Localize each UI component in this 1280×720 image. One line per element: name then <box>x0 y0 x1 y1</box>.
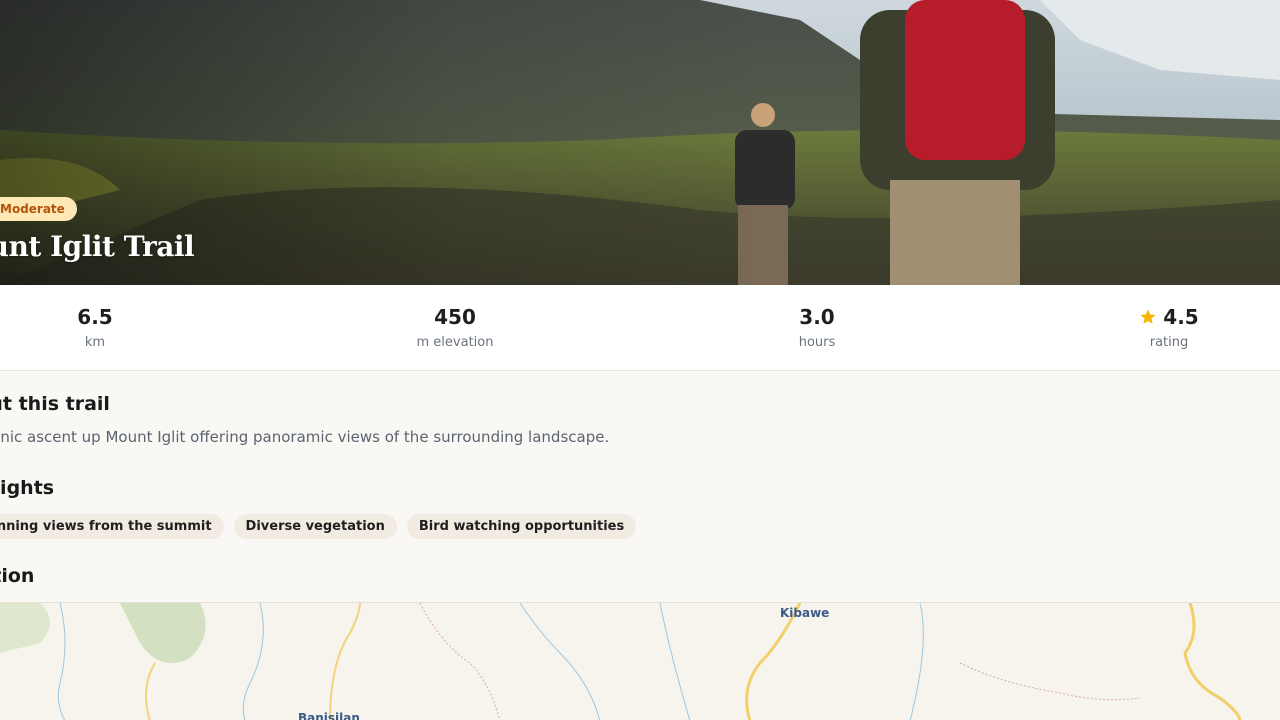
star-icon <box>1140 309 1156 324</box>
location-map[interactable]: Kibawe Banisilan <box>0 602 1280 720</box>
stat-elevation: 450 m elevation <box>355 305 555 350</box>
map-tiles <box>0 603 1242 720</box>
trail-stats: 6.5 km 450 m elevation 3.0 hours 4.5 rat… <box>0 285 1280 371</box>
stat-value: 4.5 <box>1069 305 1269 329</box>
stat-rating: 4.5 rating <box>1069 305 1269 350</box>
about-heading: About this trail <box>0 393 110 415</box>
map-label-kibawe: Kibawe <box>780 606 830 620</box>
highlights-heading: Highlights <box>0 477 55 499</box>
about-text: A scenic ascent up Mount Iglit offering … <box>0 428 610 446</box>
highlight-chip: Bird watching opportunities <box>406 514 637 539</box>
highlights-list: Stunning views from the summit Diverse v… <box>0 514 637 539</box>
stat-duration: 3.0 hours <box>717 305 917 350</box>
stat-value: 6.5 <box>77 305 113 329</box>
map-label-banisilan: Banisilan <box>298 711 360 720</box>
stat-unit: hours <box>798 335 836 350</box>
highlight-chip: Diverse vegetation <box>233 514 397 539</box>
stat-unit: rating <box>1149 335 1189 350</box>
stat-value: 3.0 <box>799 305 835 329</box>
stat-distance: 6.5 km <box>0 305 195 350</box>
trail-title: Mount Iglit Trail <box>0 230 195 263</box>
stat-unit: m elevation <box>416 335 494 350</box>
hero-image: Moderate Mount Iglit Trail <box>0 0 1280 285</box>
stat-value: 450 <box>434 305 476 329</box>
location-heading: Location <box>0 565 35 587</box>
stat-unit: km <box>84 335 106 350</box>
highlight-chip: Stunning views from the summit <box>0 514 224 539</box>
difficulty-badge: Moderate <box>0 197 77 221</box>
rating-value: 4.5 <box>1163 305 1199 329</box>
